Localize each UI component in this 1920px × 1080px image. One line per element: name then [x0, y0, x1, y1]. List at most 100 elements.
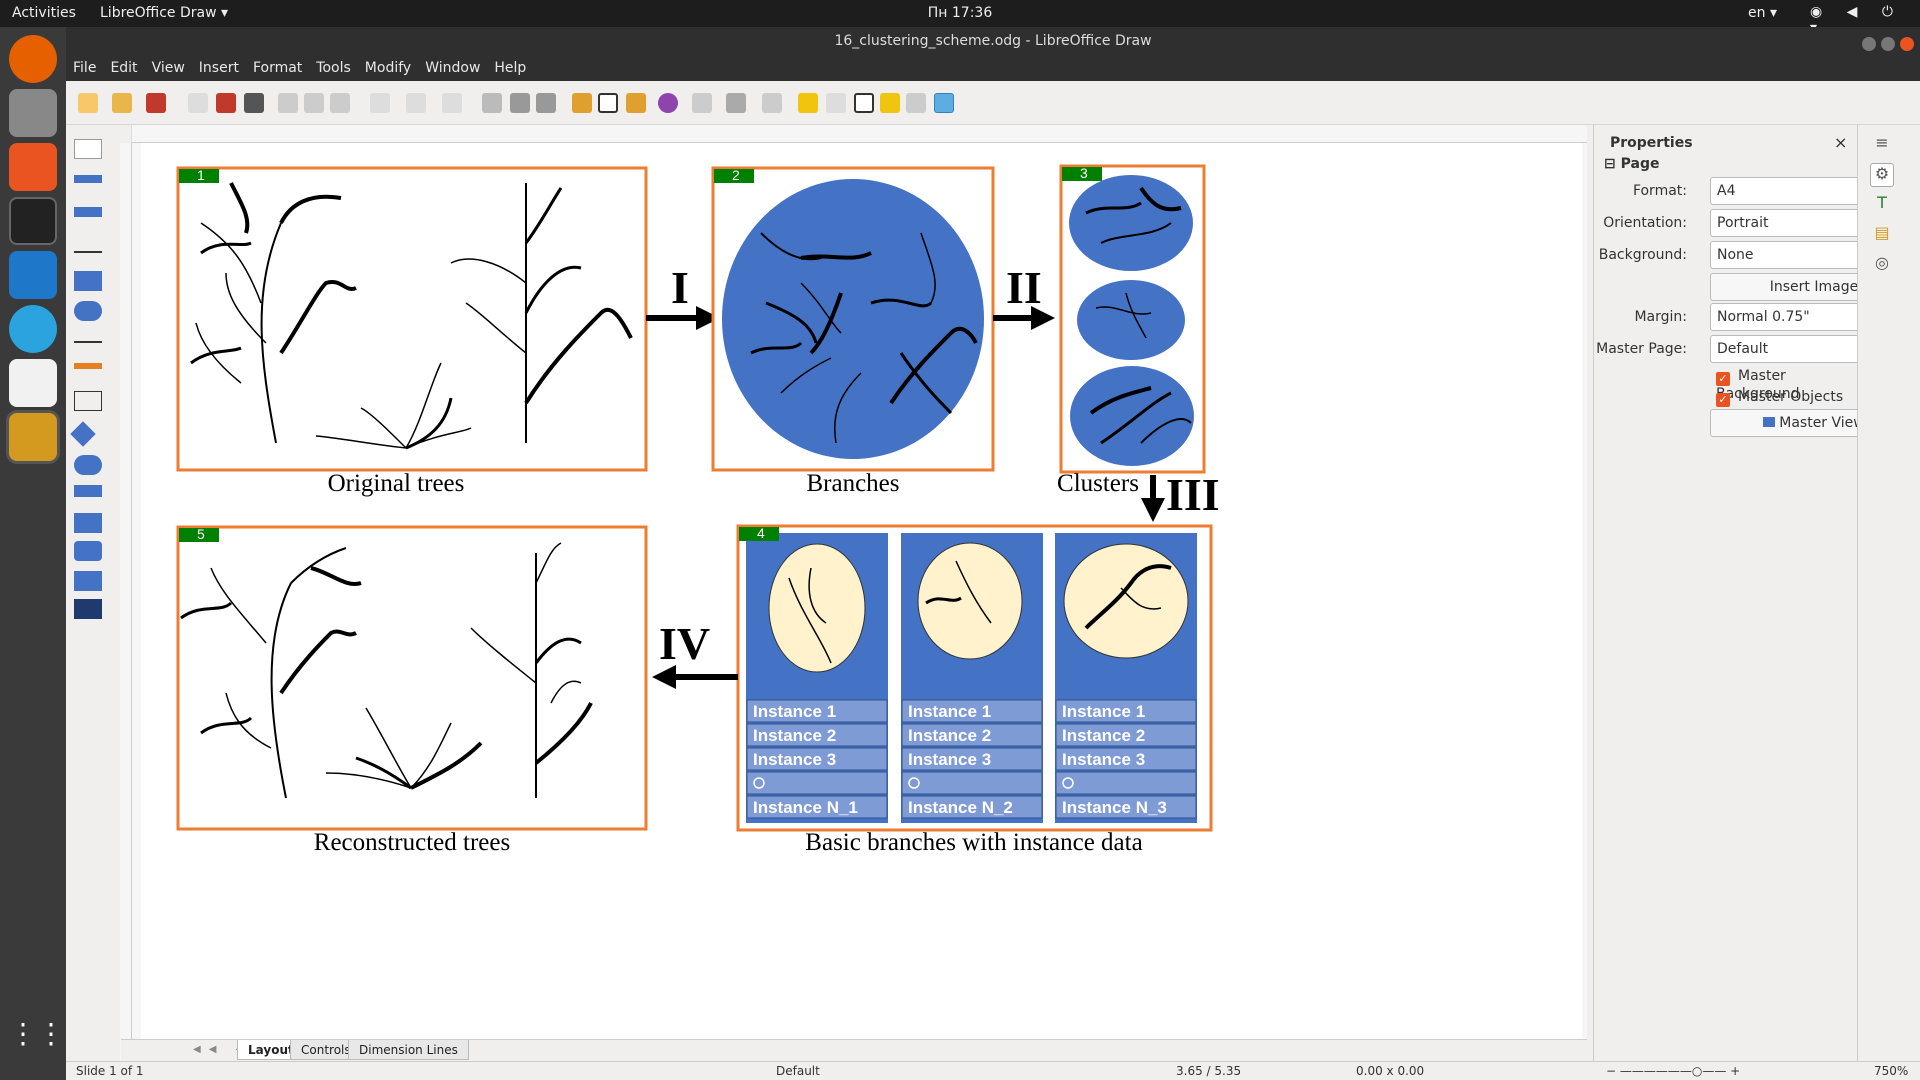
zoom-level[interactable]: 750% [1874, 1064, 1908, 1078]
clone-formatting-icon[interactable] [370, 93, 390, 113]
toggle-extrusion-icon[interactable] [906, 93, 926, 113]
copy-icon[interactable] [304, 93, 324, 113]
zoom-pan-icon[interactable] [536, 93, 556, 113]
rectangle-tool-icon[interactable] [74, 271, 102, 291]
panel-3-number: 3 [1080, 165, 1088, 181]
caption-reconstructed-trees: Reconstructed trees [314, 829, 510, 856]
export-icon[interactable] [188, 93, 208, 113]
print-icon[interactable] [244, 93, 264, 113]
menu-insert[interactable]: Insert [192, 55, 246, 76]
symbol-shapes-icon[interactable] [74, 455, 102, 475]
show-draw-functions-icon[interactable] [934, 93, 954, 113]
column-1-instance-2: Instance 2 [753, 726, 836, 745]
shadow-icon[interactable] [798, 93, 818, 113]
menu-file[interactable]: File [66, 55, 103, 76]
stars-icon[interactable] [74, 571, 102, 591]
firefox-icon[interactable] [9, 35, 57, 83]
tab-dimension-lines[interactable]: Dimension Lines [348, 1040, 469, 1060]
format-label: Format: [1632, 183, 1687, 199]
master-objects-checkbox[interactable]: ✓ Master Objects [1716, 389, 1843, 407]
gallery-deck-icon[interactable]: ▤ [1870, 223, 1894, 247]
format-value: A4 [1717, 183, 1736, 199]
horizontal-ruler[interactable] [121, 125, 1587, 143]
distribute-icon[interactable] [762, 93, 782, 113]
telegram-icon[interactable] [9, 305, 57, 353]
styles-deck-icon[interactable]: T [1870, 193, 1894, 217]
maximize-button[interactable] [1881, 37, 1895, 51]
redo-icon[interactable] [442, 93, 462, 113]
show-apps-icon[interactable]: ⋮⋮ [9, 1017, 65, 1065]
insert-special-character-icon[interactable] [626, 93, 646, 113]
column-1-instance-3: Instance 3 [753, 750, 836, 769]
sidebar-menu-icon[interactable]: ≡ [1870, 133, 1894, 157]
files-icon[interactable] [9, 89, 57, 137]
save-icon[interactable] [146, 93, 166, 113]
flowchart-icon[interactable] [74, 513, 102, 533]
menu-window[interactable]: Window [418, 55, 487, 76]
minimize-button[interactable] [1862, 37, 1876, 51]
menu-edit[interactable]: Edit [103, 55, 144, 76]
menu-format[interactable]: Format [246, 55, 309, 76]
properties-deck-icon[interactable]: ⚙ [1870, 163, 1894, 187]
vscode-icon[interactable] [9, 251, 57, 299]
insert-textbox-icon[interactable] [598, 93, 618, 113]
diagram-drawing[interactable]: 1 Original trees I 2 Branches II 3 Clust… [141, 143, 1582, 1055]
zoom-slider[interactable]: − ——————○—— + [1606, 1064, 1740, 1078]
insert-image-icon[interactable] [572, 93, 592, 113]
undo-icon[interactable] [406, 93, 426, 113]
grid-icon[interactable] [482, 93, 502, 113]
instance-column-3: Instance 1 Instance 2 Instance 3 Instanc… [1055, 533, 1197, 823]
line-tool-icon[interactable] [74, 241, 102, 253]
terminal-icon[interactable] [9, 197, 57, 245]
language-indicator[interactable]: en ▾ [1748, 5, 1777, 21]
arrange-icon[interactable] [726, 93, 746, 113]
arrow-tool-icon[interactable] [74, 333, 102, 343]
export-pdf-icon[interactable] [216, 93, 236, 113]
page-section-title: Page [1620, 156, 1660, 172]
3d-objects-icon[interactable] [74, 599, 102, 619]
step-label-1: I [671, 262, 689, 313]
master-page-label: Master Page: [1596, 341, 1687, 357]
select-tool-icon[interactable] [74, 139, 102, 159]
close-window-button[interactable] [1900, 37, 1914, 51]
text-editor-icon[interactable] [9, 359, 57, 407]
menu-view[interactable]: View [145, 55, 192, 76]
paste-icon[interactable] [330, 93, 350, 113]
navigator-deck-icon[interactable]: ◎ [1870, 253, 1894, 277]
curve-tool-icon[interactable] [74, 363, 102, 369]
helplines-icon[interactable] [510, 93, 530, 113]
panel-reconstructed-trees[interactable] [176, 525, 648, 831]
clock[interactable]: Пн 17:36 [0, 5, 1920, 21]
libreoffice-draw-icon[interactable] [9, 413, 57, 461]
points-icon[interactable] [854, 93, 874, 113]
ellipse-tool-icon[interactable] [74, 301, 102, 321]
slide-page[interactable]: 1 Original trees I 2 Branches II 3 Clust… [141, 143, 1582, 1055]
column-3-instance-3: Instance 3 [1062, 750, 1145, 769]
connector-tool-icon[interactable] [74, 391, 102, 411]
panel-5-number: 5 [197, 526, 205, 542]
block-arrows-icon[interactable] [74, 485, 102, 497]
crop-icon[interactable] [826, 93, 846, 113]
menu-help[interactable]: Help [487, 55, 533, 76]
basic-shapes-icon[interactable] [70, 421, 96, 447]
close-sidebar-icon[interactable]: × [1834, 133, 1847, 152]
glue-points-icon[interactable] [880, 93, 900, 113]
cluster-3-ellipse [1070, 366, 1194, 466]
drawing-canvas[interactable]: 1 Original trees I 2 Branches II 3 Clust… [132, 143, 1587, 1063]
transformations-icon[interactable] [658, 93, 678, 113]
menu-modify[interactable]: Modify [358, 55, 418, 76]
software-center-icon[interactable] [9, 143, 57, 191]
open-icon[interactable] [112, 93, 132, 113]
menu-tools[interactable]: Tools [309, 55, 358, 76]
page-section-header[interactable]: ⊟ Page [1604, 156, 1659, 172]
layer-tabs: ◀◀ ◀ ▶ ▶▶ Layout Controls Dimension Line… [121, 1039, 1587, 1061]
fill-color-icon[interactable] [74, 207, 102, 217]
vertical-ruler[interactable] [120, 143, 132, 1063]
new-icon[interactable] [78, 93, 98, 113]
line-color-icon[interactable] [74, 175, 102, 183]
callouts-icon[interactable] [74, 541, 102, 561]
cut-icon[interactable] [278, 93, 298, 113]
margin-label: Margin: [1634, 309, 1687, 325]
panel-original-trees[interactable] [176, 166, 648, 472]
align-objects-icon[interactable] [692, 93, 712, 113]
